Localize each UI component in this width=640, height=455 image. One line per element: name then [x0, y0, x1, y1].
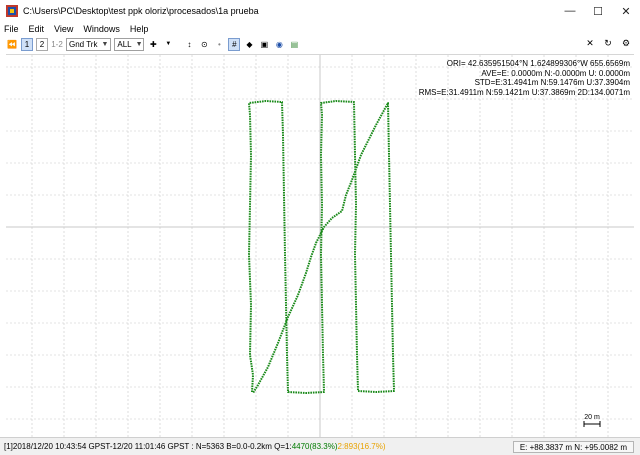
- scale-bar-label: 20 m: [584, 414, 600, 421]
- plot-canvas: 20 m: [6, 55, 634, 438]
- status-q2-count: 2:893(16.7%): [337, 442, 386, 451]
- status-summary: [1]2018/12/20 10:43:54 GPST-12/20 11:01:…: [4, 442, 292, 451]
- window-title: C:\Users\PC\Desktop\test ppk oloriz\proc…: [23, 6, 259, 16]
- solution-1-2-button[interactable]: 1-2: [51, 38, 63, 51]
- menu-help[interactable]: Help: [130, 24, 149, 34]
- center-icon[interactable]: ⊙: [198, 38, 210, 51]
- average-readout: AVE=E: 0.0000m N:-0.0000m U: 0.0000m: [481, 68, 630, 78]
- satellite-select[interactable]: ALL ▼: [114, 37, 145, 51]
- statistics-panel: ORI= 42.635951504°N 1.624899306°W 655.65…: [419, 59, 630, 97]
- layers-icon[interactable]: ▤: [288, 38, 300, 51]
- menu-file[interactable]: File: [4, 24, 19, 34]
- dot-icon[interactable]: ◆: [243, 38, 255, 51]
- satellite-select-value: ALL: [117, 39, 132, 49]
- menu-bar: File Edit View Windows Help: [0, 22, 640, 36]
- crosshair-icon[interactable]: ✚: [147, 38, 159, 51]
- point-icon[interactable]: •: [213, 38, 225, 51]
- gear-icon[interactable]: ⚙: [620, 37, 632, 50]
- status-bar: [1]2018/12/20 10:43:54 GPST-12/20 11:01:…: [0, 437, 640, 455]
- grid-icon[interactable]: #: [228, 37, 241, 51]
- toolbar-right: ✕ ↻ ⚙: [580, 37, 634, 50]
- plot-grid: [6, 55, 634, 438]
- minimize-button[interactable]: —: [556, 0, 584, 22]
- crosshair-dropdown-icon[interactable]: ▼: [162, 38, 174, 51]
- maximize-button[interactable]: ☐: [584, 0, 612, 22]
- cursor-position-readout: E: +88.3837 m N: +95.0082 m: [512, 441, 634, 453]
- close-icon[interactable]: ✕: [584, 37, 596, 50]
- ground-track-path: [248, 100, 395, 394]
- solution-1-button[interactable]: 1: [21, 37, 33, 51]
- rms-readout: RMS=E:31.4911m N:59.1421m U:37.3869m 2D:…: [418, 87, 630, 97]
- title-bar: C:\Users\PC\Desktop\test ppk oloriz\proc…: [0, 0, 640, 22]
- toolbar: ⏪ 1 2 1-2 Gnd Trk ▼ ALL ▼ ✚ ▼ ↕ ⊙ • # ◆ …: [0, 36, 640, 52]
- plot-type-select[interactable]: Gnd Trk ▼: [66, 37, 112, 51]
- status-q1-count: 4470(83.3%): [291, 442, 338, 451]
- plot-type-value: Gnd Trk: [69, 39, 98, 49]
- map-icon[interactable]: ▣: [258, 38, 270, 51]
- std-readout: STD=E:31.4941m N:59.1476m U:37.3904m: [474, 78, 630, 87]
- chevron-down-icon: ▼: [101, 40, 109, 48]
- ground-track-plot[interactable]: 20 m ORI= 42.635951504°N 1.624899306°W 6…: [6, 54, 634, 438]
- range-icon[interactable]: ↕: [183, 38, 195, 51]
- menu-windows[interactable]: Windows: [83, 24, 120, 34]
- menu-edit[interactable]: Edit: [29, 24, 45, 34]
- chevron-down-icon: ▼: [135, 40, 143, 48]
- origin-readout: ORI= 42.635951504°N 1.624899306°W 655.65…: [446, 59, 630, 68]
- close-window-button[interactable]: ✕: [612, 0, 640, 22]
- solution-2-button[interactable]: 2: [36, 37, 48, 51]
- menu-view[interactable]: View: [54, 24, 73, 34]
- globe-icon[interactable]: ◉: [273, 38, 285, 51]
- refresh-icon[interactable]: ↻: [602, 37, 614, 50]
- app-logo-icon: [6, 5, 18, 17]
- stop-icon[interactable]: ⏪: [6, 38, 18, 51]
